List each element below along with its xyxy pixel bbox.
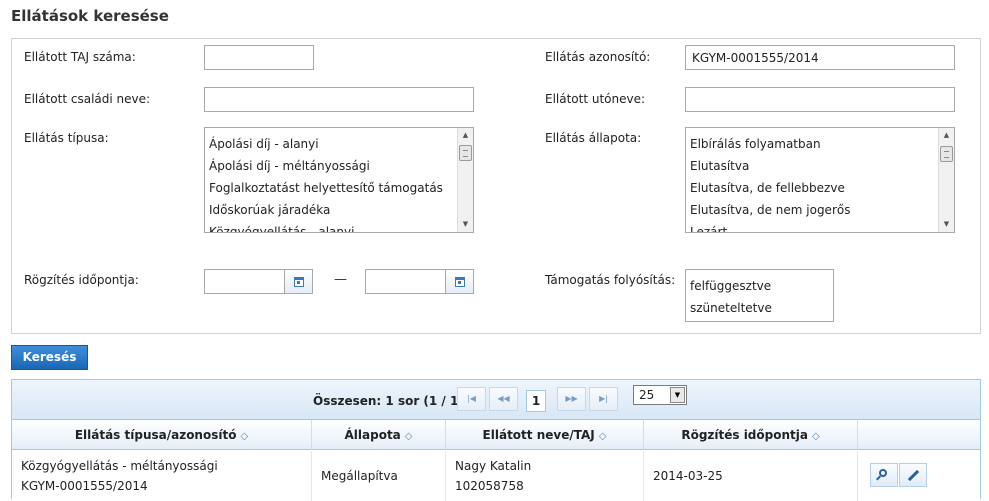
- view-button[interactable]: [870, 463, 898, 487]
- date-from-picker-button[interactable]: [285, 269, 313, 294]
- utonev-label: Ellátott utóneve:: [545, 92, 646, 106]
- allapot-scrollbar[interactable]: ▲ ▼: [938, 128, 954, 232]
- col-header-actions: [858, 420, 980, 450]
- tipus-option[interactable]: Ápolási díj - alanyi: [205, 133, 456, 155]
- allapot-option[interactable]: Lezárt: [686, 221, 937, 232]
- tipus-listbox[interactable]: Ápolási díj - alanyi Ápolási díj - méltá…: [204, 127, 474, 233]
- taj-input[interactable]: [204, 45, 314, 70]
- page-size-select[interactable]: 25 ▼: [633, 385, 687, 405]
- folyositas-option[interactable]: szüneteltetve: [686, 297, 833, 319]
- cell-nev: Nagy Katalin 102058758: [446, 451, 644, 501]
- sort-icon: ◇: [811, 431, 820, 442]
- date-to-picker-button[interactable]: [446, 269, 474, 294]
- page-size-value: 25: [639, 388, 655, 402]
- allapot-option[interactable]: Elutasítva: [686, 155, 937, 177]
- csaladi-nev-label: Ellátott családi neve:: [24, 92, 151, 106]
- date-range-separator: —: [334, 272, 347, 287]
- allapot-listbox[interactable]: Elbírálás folyamatban Elutasítva Elutasí…: [685, 127, 955, 233]
- scroll-down-arrow-icon[interactable]: ▼: [458, 217, 473, 232]
- allapot-option[interactable]: Elbírálás folyamatban: [686, 133, 937, 155]
- calendar-icon: [294, 277, 304, 287]
- last-page-icon[interactable]: ▶|: [589, 387, 618, 411]
- col-header-datum[interactable]: Rögzítés időpontja ◇: [644, 420, 858, 450]
- cell-allapot: Megállapítva: [312, 451, 446, 501]
- cell-datum: 2014-03-25: [644, 451, 858, 501]
- csaladi-nev-input[interactable]: [204, 87, 474, 112]
- scroll-up-arrow-icon[interactable]: ▲: [458, 128, 473, 143]
- table-row[interactable]: Közgyógyellátás - méltányossági KGYM-000…: [12, 451, 980, 501]
- tipus-option[interactable]: Időskorúak járadéka: [205, 199, 456, 221]
- folyositas-option[interactable]: felfüggesztve: [686, 275, 833, 297]
- taj-label: Ellátott TAJ száma:: [24, 50, 136, 64]
- tipus-option[interactable]: Ápolási díj - méltányossági: [205, 155, 456, 177]
- date-to-input[interactable]: [365, 269, 446, 294]
- results-grid: Összesen: 1 sor (1 / 1) |◀ ◀◀ 1 ▶▶ ▶| 25…: [11, 379, 981, 501]
- current-page[interactable]: 1: [526, 390, 546, 412]
- col-header-allapot[interactable]: Állapota ◇: [312, 420, 446, 450]
- rogzites-label: Rögzítés időpontja:: [24, 273, 139, 287]
- date-from-input[interactable]: [204, 269, 285, 294]
- allapot-option[interactable]: Elutasítva, de fellebbezve: [686, 177, 937, 199]
- grid-header: Ellátás típusa/azonosító ◇ Állapota ◇ Ellá…: [12, 420, 980, 450]
- pager-summary: Összesen: 1 sor (1 / 1): [313, 394, 464, 408]
- prev-page-icon[interactable]: ◀◀: [489, 387, 518, 411]
- calendar-icon: [455, 277, 465, 287]
- allapot-label: Ellátás állapota:: [545, 131, 642, 145]
- first-page-icon[interactable]: |◀: [457, 387, 486, 411]
- cell-tipus: Közgyógyellátás - méltányossági KGYM-000…: [12, 451, 312, 501]
- page-title: Ellátások keresése: [11, 7, 169, 25]
- pager: Összesen: 1 sor (1 / 1) |◀ ◀◀ 1 ▶▶ ▶| 25…: [12, 380, 980, 420]
- col-header-tipus[interactable]: Ellátás típusa/azonosító ◇: [12, 420, 312, 450]
- folyositas-label: Támogatás folyósítás:: [545, 273, 676, 287]
- pencil-icon: [907, 469, 920, 482]
- scroll-down-arrow-icon[interactable]: ▼: [939, 217, 954, 232]
- next-page-icon[interactable]: ▶▶: [557, 387, 586, 411]
- tipus-scrollbar[interactable]: ▲ ▼: [457, 128, 473, 232]
- sort-icon: ◇: [240, 431, 249, 442]
- sort-icon: ◇: [404, 431, 413, 442]
- scroll-thumb[interactable]: [459, 145, 472, 161]
- search-button[interactable]: Keresés: [11, 345, 88, 370]
- utonev-input[interactable]: [685, 87, 955, 112]
- cell-actions: [858, 451, 980, 501]
- scroll-thumb[interactable]: [940, 146, 953, 162]
- tipus-label: Ellátás típusa:: [24, 131, 109, 145]
- magnifier-icon: [879, 469, 887, 477]
- sort-icon: ◇: [598, 431, 607, 442]
- scroll-up-arrow-icon[interactable]: ▲: [939, 128, 954, 143]
- allapot-option[interactable]: Elutasítva, de nem jogerős: [686, 199, 937, 221]
- azonosito-input[interactable]: [685, 45, 955, 70]
- chevron-down-icon[interactable]: ▼: [670, 387, 685, 403]
- edit-button[interactable]: [899, 463, 927, 487]
- tipus-option[interactable]: Foglalkoztatást helyettesítő támogatás: [205, 177, 456, 199]
- tipus-option[interactable]: Közgyógyellátás - alanyi: [205, 221, 456, 232]
- search-panel: Ellátott TAJ száma: Ellátás azonosító: E…: [11, 38, 981, 334]
- col-header-nev[interactable]: Ellátott neve/TAJ ◇: [446, 420, 644, 450]
- folyositas-listbox[interactable]: felfüggesztve szüneteltetve: [685, 269, 834, 322]
- azonosito-label: Ellátás azonosító:: [545, 50, 651, 64]
